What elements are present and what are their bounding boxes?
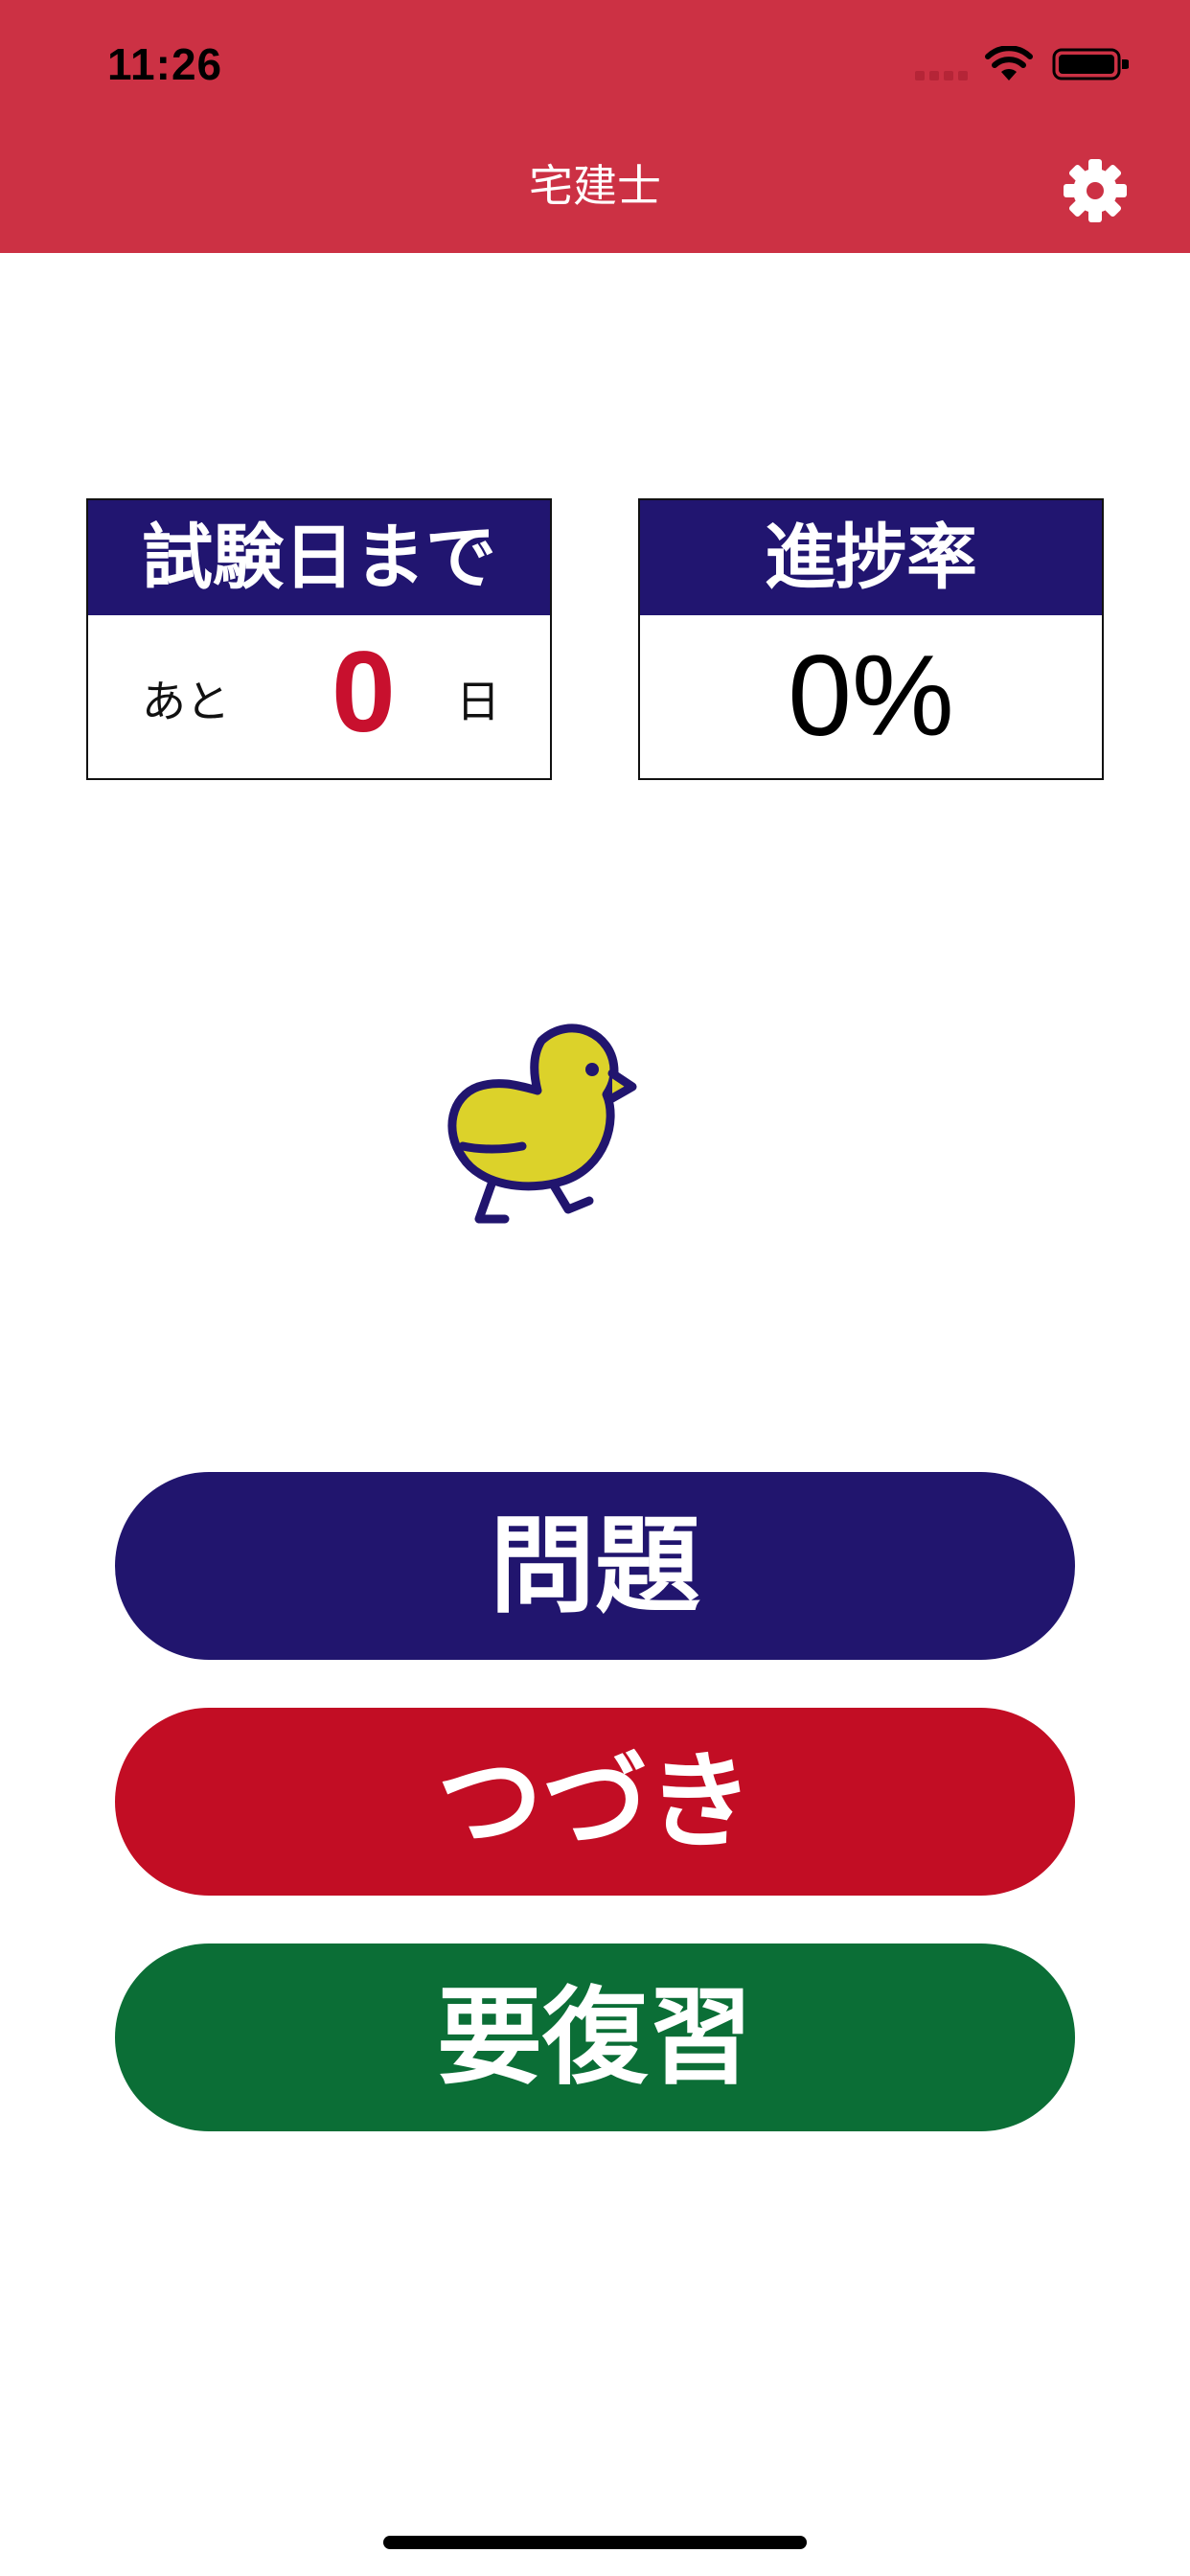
signal-icon [915, 71, 968, 80]
progress-value: 0% [788, 632, 954, 760]
countdown-days: 0 [332, 628, 396, 756]
countdown-prefix: あと [142, 676, 230, 727]
progress-title: 進捗率 [640, 500, 1102, 615]
gear-icon[interactable] [1062, 157, 1129, 224]
review-button[interactable]: 要復習 [115, 1944, 1075, 2131]
home-indicator[interactable] [383, 2536, 807, 2549]
wifi-icon [985, 46, 1033, 80]
exam-countdown-card: 試験日まで あと 0 日 [86, 498, 552, 780]
chick-icon [447, 1024, 637, 1224]
countdown-suffix: 日 [456, 676, 500, 727]
progress-card: 進捗率 0% [638, 498, 1104, 780]
battery-icon [1052, 48, 1129, 80]
status-time: 11:26 [107, 39, 223, 89]
header-bar: 11:26 宅建士 [0, 0, 1190, 253]
nav-title: 宅建士 [529, 160, 661, 212]
questions-button[interactable]: 問題 [115, 1472, 1075, 1660]
continue-button[interactable]: つづき [115, 1708, 1075, 1896]
exam-countdown-title: 試験日まで [88, 500, 550, 615]
